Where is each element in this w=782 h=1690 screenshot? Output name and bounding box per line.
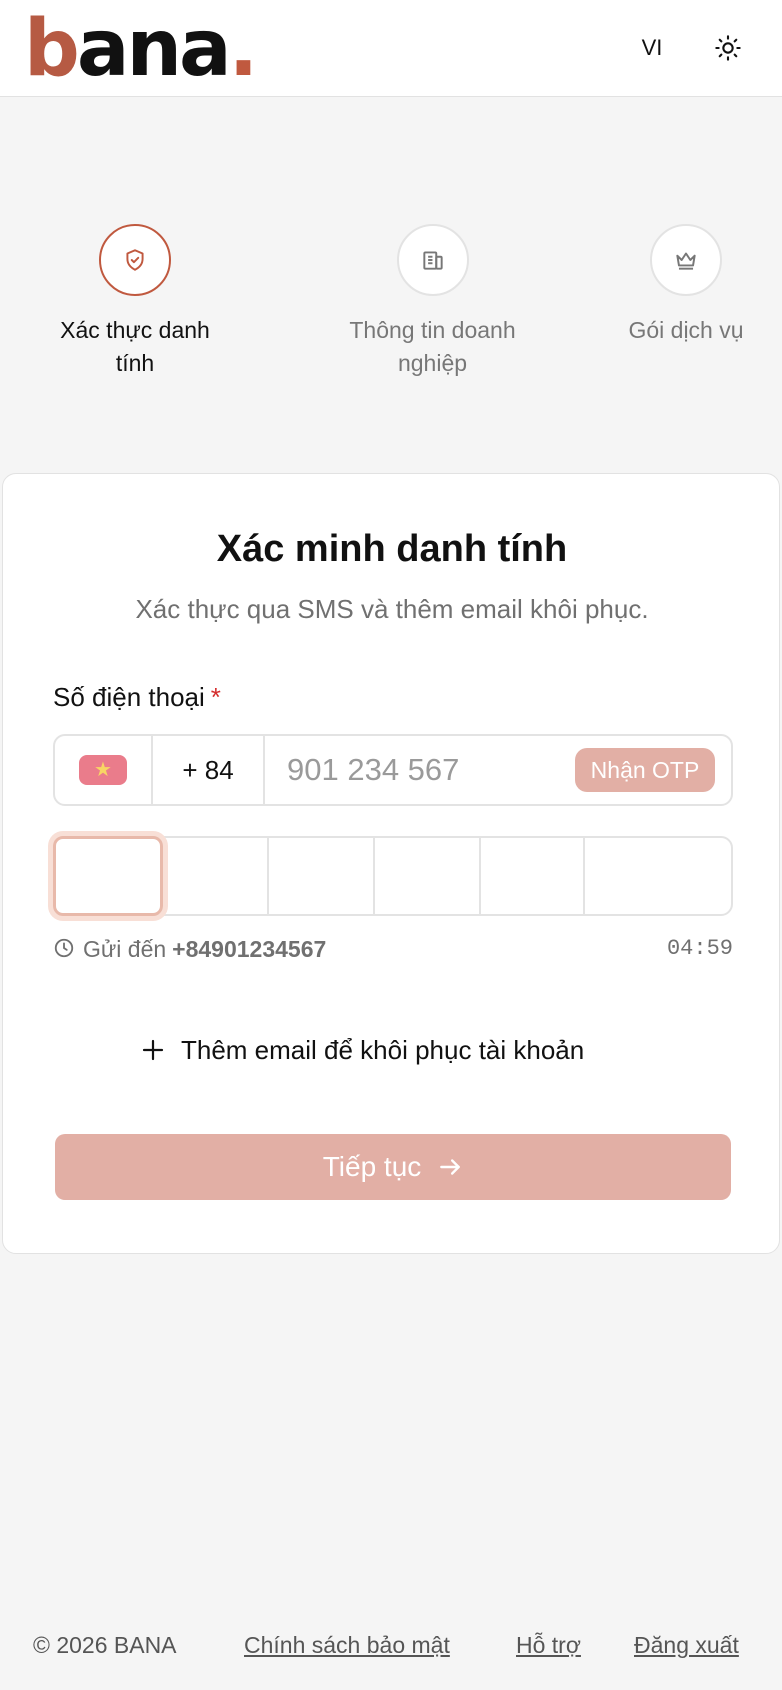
step-business-info[interactable]: Thông tin doanh nghiệp xyxy=(320,224,545,380)
copyright-text: © 2026 BANA xyxy=(33,1632,177,1658)
plus-icon xyxy=(142,1039,164,1061)
top-bar: bana. VI xyxy=(0,0,782,97)
otp-sent-info: Gửi đến +84901234567 04:59 xyxy=(53,934,733,964)
continue-label: Tiếp tục xyxy=(322,1151,422,1182)
clock-icon xyxy=(54,938,74,958)
otp-digit-1[interactable] xyxy=(53,836,163,916)
otp-digit-3[interactable] xyxy=(269,838,375,914)
phone-field-label: Số điện thoại * xyxy=(53,682,221,713)
phone-input-group: ★ + 84 Nhận OTP xyxy=(53,734,733,806)
otp-input-group xyxy=(53,836,733,916)
logout-link[interactable]: Đăng xuất xyxy=(634,1632,739,1659)
dial-code: + 84 xyxy=(153,736,265,804)
privacy-policy-link[interactable]: Chính sách bảo mật xyxy=(244,1632,450,1659)
step-identity-circle xyxy=(99,224,171,296)
card-title: Xác minh danh tính xyxy=(216,528,568,570)
crown-icon xyxy=(676,252,696,270)
otp-digit-4[interactable] xyxy=(375,838,481,914)
vietnam-flag-icon: ★ xyxy=(79,755,127,785)
sent-prefix: Gửi đến xyxy=(83,936,167,962)
shield-check-icon xyxy=(126,249,144,271)
sun-icon xyxy=(715,35,741,61)
add-recovery-email-button[interactable]: Thêm email để khôi phục tài khoản xyxy=(141,1030,584,1070)
card-subtitle: Xác thực qua SMS và thêm email khôi phục… xyxy=(135,594,649,624)
building-icon xyxy=(422,251,443,270)
support-link[interactable]: Hỗ trợ xyxy=(516,1632,581,1659)
footer: © 2026 BANA Chính sách bảo mật Hỗ trợ Đă… xyxy=(0,1628,782,1664)
onboarding-stepper: Xác thực danh tính Thông tin doanh nghiệ… xyxy=(0,224,782,384)
step-service-plan[interactable]: Gói dịch vụ xyxy=(620,224,752,347)
phone-label-text: Số điện thoại xyxy=(53,682,205,712)
arrow-right-icon xyxy=(440,1159,461,1175)
verification-card: Xác minh danh tính Xác thực qua SMS và t… xyxy=(2,473,780,1254)
otp-digit-6[interactable] xyxy=(585,838,731,914)
otp-digit-5[interactable] xyxy=(481,838,585,914)
step-identity[interactable]: Xác thực danh tính xyxy=(40,224,230,380)
continue-button[interactable]: Tiếp tục xyxy=(55,1134,731,1200)
otp-countdown-timer: 04:59 xyxy=(666,936,733,961)
language-selector[interactable]: VI xyxy=(632,30,672,66)
get-otp-button[interactable]: Nhận OTP xyxy=(575,748,715,792)
logo[interactable]: bana. xyxy=(24,10,258,88)
country-selector[interactable]: ★ xyxy=(55,736,153,804)
step-business-info-circle xyxy=(396,224,469,296)
step-service-plan-circle xyxy=(650,224,722,296)
otp-digit-2[interactable] xyxy=(163,838,269,914)
required-asterisk: * xyxy=(210,682,221,712)
add-email-label: Thêm email để khôi phục tài khoản xyxy=(181,1034,585,1065)
step-business-info-label: Thông tin doanh nghiệp xyxy=(349,317,516,376)
step-service-plan-label: Gói dịch vụ xyxy=(628,317,744,343)
sent-to-text: Gửi đến +84901234567 xyxy=(83,936,326,963)
theme-toggle-button[interactable] xyxy=(710,30,746,66)
phone-input[interactable] xyxy=(287,746,567,794)
sent-phone-number: +84901234567 xyxy=(172,936,327,962)
step-identity-label: Xác thực danh tính xyxy=(60,317,210,376)
